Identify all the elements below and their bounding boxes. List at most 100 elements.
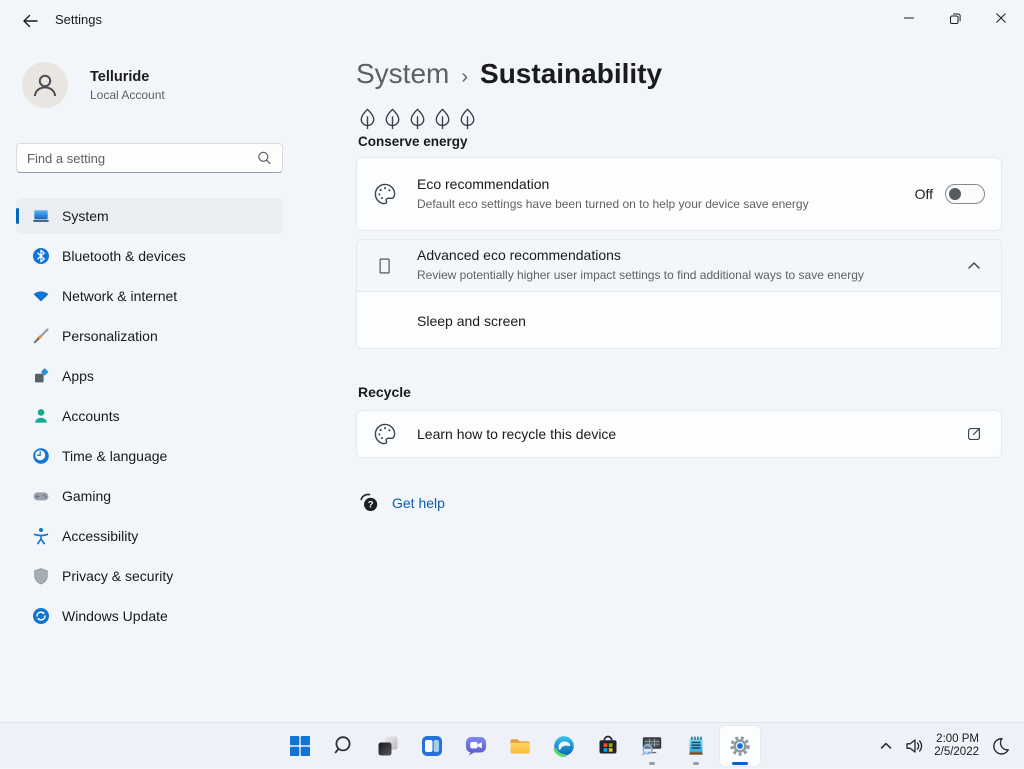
restore-button[interactable] bbox=[932, 0, 978, 36]
leaf-icon bbox=[460, 108, 475, 130]
titlebar: Settings bbox=[0, 0, 1024, 40]
taskbar-search-button[interactable] bbox=[324, 726, 364, 766]
advanced-eco-content: Sleep and screen bbox=[357, 292, 1001, 348]
sidebar-item-bluetooth-devices[interactable]: Bluetooth & devices bbox=[16, 238, 283, 274]
notepad-app-button[interactable] bbox=[676, 726, 716, 766]
taskbar-icons bbox=[280, 723, 760, 769]
accounts-icon bbox=[32, 407, 50, 425]
edge-button[interactable] bbox=[544, 726, 584, 766]
sidebar-item-time-language[interactable]: Time & language bbox=[16, 438, 283, 474]
eco-recommendation-toggle[interactable] bbox=[945, 184, 985, 204]
palette-icon bbox=[374, 423, 396, 445]
system-monitor-app-button[interactable] bbox=[632, 726, 672, 766]
focus-assist-button[interactable] bbox=[989, 736, 1010, 757]
palette-icon bbox=[374, 183, 396, 205]
sidebar-item-windows-update[interactable]: Windows Update bbox=[16, 598, 283, 634]
taskbar-clock[interactable]: 2:00 PM 2/5/2022 bbox=[934, 733, 979, 760]
sidebar-item-network-internet[interactable]: Network & internet bbox=[16, 278, 283, 314]
sidebar-item-label: Time & language bbox=[62, 448, 168, 464]
recycle-link-label: Learn how to recycle this device bbox=[417, 426, 617, 442]
running-indicator bbox=[649, 762, 655, 765]
tray-chevron-up-button[interactable] bbox=[878, 738, 894, 754]
eco-recommendation-title: Eco recommendation bbox=[417, 175, 550, 192]
sleep-and-screen-label: Sleep and screen bbox=[417, 312, 526, 329]
recycle-heading: Recycle bbox=[358, 384, 411, 400]
sidebar-item-label: Network & internet bbox=[62, 288, 178, 304]
microsoft-store-button[interactable] bbox=[588, 726, 628, 766]
app-title: Settings bbox=[55, 12, 102, 27]
chevron-up-icon bbox=[880, 742, 892, 749]
windows-start-icon bbox=[290, 736, 310, 756]
minimize-button[interactable] bbox=[886, 0, 932, 36]
apps-icon bbox=[32, 367, 50, 385]
system-icon bbox=[32, 207, 50, 225]
search-box bbox=[16, 143, 283, 173]
placeholder-glyph-icon bbox=[379, 258, 390, 273]
notepad-icon bbox=[689, 736, 703, 755]
chevron-up-icon[interactable] bbox=[965, 257, 983, 275]
sidebar-item-label: System bbox=[62, 208, 109, 224]
restore-icon bbox=[949, 13, 961, 24]
external-link-icon bbox=[968, 428, 980, 440]
sidebar-item-label: Accounts bbox=[62, 408, 120, 424]
sidebar-item-label: Windows Update bbox=[62, 608, 168, 624]
advanced-eco-card: Advanced eco recommendations Review pote… bbox=[356, 239, 1002, 349]
sidebar-item-personalization[interactable]: Personalization bbox=[16, 318, 283, 354]
eco-recommendation-description: Default eco settings have been turned on… bbox=[417, 196, 809, 211]
widgets-icon bbox=[422, 736, 442, 756]
conserve-energy-label: Conserve energy bbox=[358, 134, 468, 149]
selected-indicator bbox=[16, 208, 19, 224]
file-explorer-icon bbox=[510, 739, 530, 754]
settings-app-button[interactable] bbox=[720, 726, 760, 766]
sidebar-item-privacy-security[interactable]: Privacy & security bbox=[16, 558, 283, 594]
sidebar-item-accounts[interactable]: Accounts bbox=[16, 398, 283, 434]
window-controls bbox=[886, 0, 1024, 36]
volume-button[interactable] bbox=[904, 736, 924, 756]
person-icon bbox=[34, 74, 56, 97]
sidebar-item-label: Accessibility bbox=[62, 528, 139, 544]
search-input[interactable] bbox=[27, 150, 257, 166]
system-monitor-icon bbox=[641, 737, 662, 756]
sidebar-item-label: Gaming bbox=[62, 488, 112, 504]
personalization-icon bbox=[32, 327, 50, 345]
sidebar-item-system[interactable]: System bbox=[16, 198, 283, 234]
advanced-eco-title: Advanced eco recommendations bbox=[417, 247, 621, 264]
settings-gear-icon bbox=[730, 736, 750, 756]
chat-button[interactable] bbox=[456, 726, 496, 766]
leaf-icon bbox=[410, 108, 425, 130]
task-view-button[interactable] bbox=[368, 726, 408, 766]
sidebar-item-apps[interactable]: Apps bbox=[16, 358, 283, 394]
close-button[interactable] bbox=[978, 0, 1024, 36]
advanced-eco-description: Review potentially higher user impact se… bbox=[417, 268, 864, 283]
sidebar-item-label: Personalization bbox=[62, 328, 158, 344]
widgets-button[interactable] bbox=[412, 726, 452, 766]
close-icon bbox=[996, 13, 1006, 23]
leaf-icon bbox=[435, 108, 450, 130]
search-icon[interactable] bbox=[257, 151, 272, 166]
network-icon bbox=[32, 287, 50, 305]
get-help-link[interactable]: ? Get help bbox=[358, 492, 445, 514]
recycle-link-card[interactable]: Learn how to recycle this device bbox=[356, 410, 1002, 458]
avatar bbox=[22, 62, 68, 108]
toggle-state-label: Off bbox=[914, 186, 933, 202]
sidebar-item-gaming[interactable]: Gaming bbox=[16, 478, 283, 514]
gaming-icon bbox=[32, 487, 50, 505]
file-explorer-button[interactable] bbox=[500, 726, 540, 766]
sidebar-item-label: Privacy & security bbox=[62, 568, 174, 584]
get-help-icon: ? bbox=[360, 493, 378, 511]
tray-time: 2:00 PM bbox=[936, 732, 979, 745]
start-button[interactable] bbox=[280, 726, 320, 766]
profile-card[interactable]: Telluride Local Account bbox=[22, 62, 165, 108]
search-icon bbox=[334, 736, 351, 754]
sidebar-item-accessibility[interactable]: Accessibility bbox=[16, 518, 283, 554]
advanced-eco-header[interactable]: Advanced eco recommendations Review pote… bbox=[357, 240, 1001, 292]
active-app-indicator bbox=[732, 762, 748, 765]
svg-text:?: ? bbox=[368, 500, 374, 511]
back-button[interactable] bbox=[14, 9, 46, 33]
microsoft-store-icon bbox=[599, 735, 617, 754]
tray-date: 2/5/2022 bbox=[934, 746, 979, 758]
breadcrumb-parent[interactable]: System bbox=[356, 58, 449, 90]
edge-icon bbox=[553, 736, 574, 758]
back-icon bbox=[23, 14, 38, 28]
taskbar: 2:00 PM 2/5/2022 bbox=[0, 722, 1024, 768]
